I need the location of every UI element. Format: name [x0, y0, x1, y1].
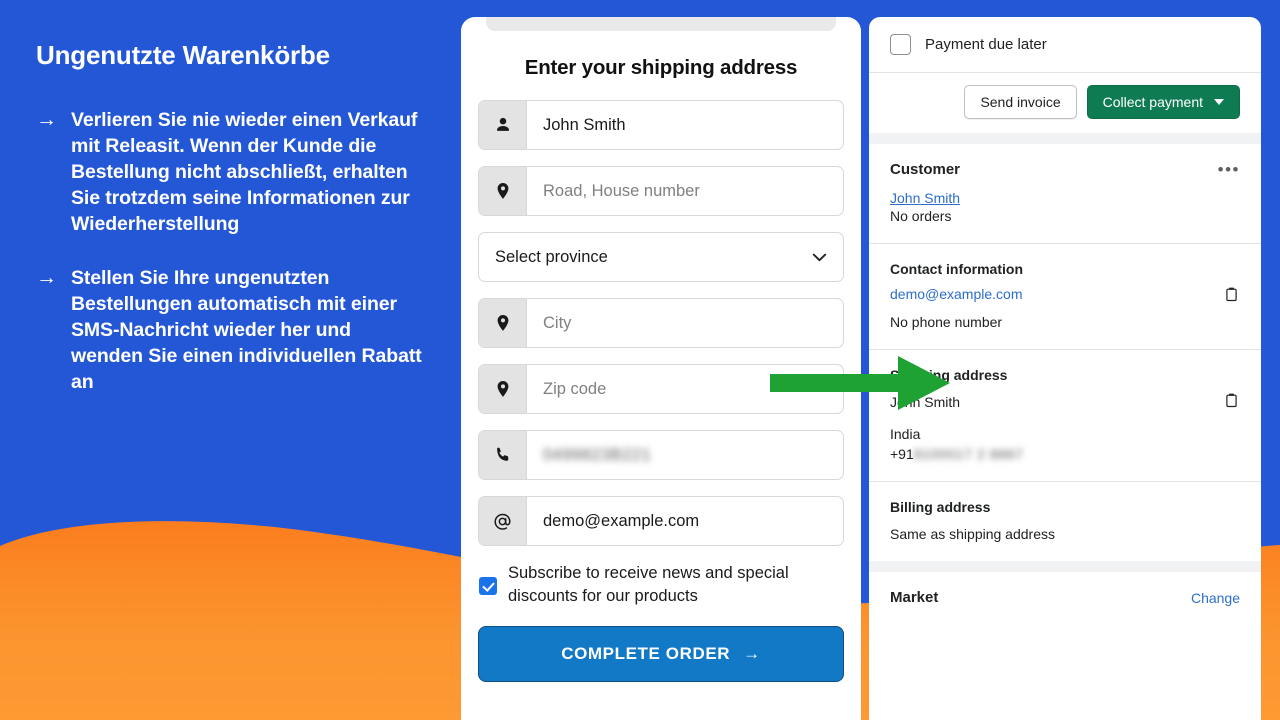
promo-bullet-1: → Verlieren Sie nie wieder einen Verkauf…: [36, 107, 426, 237]
complete-order-button[interactable]: COMPLETE ORDER →: [478, 626, 844, 682]
city-placeholder: City: [543, 313, 572, 332]
contact-email-row: demo@example.com: [890, 286, 1240, 306]
zip-code-field[interactable]: Zip code: [478, 364, 844, 414]
order-admin-panel: Payment due later Send invoice Collect p…: [869, 17, 1261, 720]
promo-copy-panel: Ungenutzte Warenkörbe → Verlieren Sie ni…: [0, 0, 460, 720]
shipping-name: John Smith: [890, 394, 961, 410]
province-select[interactable]: Select province: [478, 232, 844, 282]
customer-section: Customer ••• John Smith No orders: [869, 144, 1261, 243]
contact-email[interactable]: demo@example.com: [890, 286, 1023, 302]
subscribe-label: Subscribe to receive news and special di…: [508, 564, 789, 605]
caret-down-icon: [1214, 99, 1224, 105]
market-title: Market: [890, 589, 939, 606]
payment-due-later-checkbox[interactable]: [890, 34, 911, 55]
phone-field[interactable]: 0499823B221: [478, 430, 844, 480]
location-pin-icon: [479, 365, 527, 413]
billing-address-title: Billing address: [890, 499, 991, 515]
subscribe-checkbox-row[interactable]: Subscribe to receive news and special di…: [478, 562, 844, 608]
shipping-country: India: [890, 426, 921, 442]
email-field[interactable]: demo@example.com: [478, 496, 844, 546]
clipboard-icon[interactable]: [1223, 286, 1240, 306]
at-sign-icon: [479, 497, 527, 545]
checkout-form-card: Enter your shipping address John Smith R…: [461, 17, 861, 720]
section-gap: [869, 561, 1261, 572]
customer-title: Customer: [890, 161, 961, 178]
location-pin-icon: [479, 167, 527, 215]
promo-bullet-text: Verlieren Sie nie wieder einen Verkauf m…: [71, 109, 418, 236]
customer-name-link[interactable]: John Smith: [890, 190, 1240, 206]
city-field[interactable]: City: [478, 298, 844, 348]
complete-order-label: COMPLETE ORDER: [561, 644, 731, 663]
billing-address-section: Billing address Same as shipping address: [869, 482, 1261, 561]
phone-value: 0499823B221: [543, 445, 652, 464]
arrow-right-icon: →: [36, 108, 57, 132]
location-pin-icon: [479, 299, 527, 347]
shipping-phone-masked: 9100017 2 8867: [913, 446, 1024, 462]
card-drag-handle: [486, 17, 836, 31]
email-value: demo@example.com: [543, 511, 700, 530]
arrow-right-icon: →: [36, 266, 57, 290]
street-address-field[interactable]: Road, House number: [478, 166, 844, 216]
customer-header: Customer •••: [890, 161, 1240, 179]
full-name-value: John Smith: [543, 115, 626, 134]
payment-due-later-row[interactable]: Payment due later: [890, 34, 1240, 55]
shipping-address-title: Shipping address: [890, 367, 1008, 383]
send-invoice-button[interactable]: Send invoice: [964, 85, 1077, 119]
chevron-down-icon: [812, 251, 827, 264]
phone-icon: [479, 431, 527, 479]
province-select-value: Select province: [495, 247, 608, 266]
payment-due-later-label: Payment due later: [925, 36, 1047, 53]
arrow-right-icon: →: [743, 644, 761, 663]
collect-payment-button[interactable]: Collect payment: [1086, 85, 1240, 119]
market-change-link[interactable]: Change: [1191, 590, 1240, 606]
contact-information-title: Contact information: [890, 261, 1023, 277]
promo-slide: Ungenutzte Warenkörbe → Verlieren Sie ni…: [0, 0, 1280, 720]
zip-code-placeholder: Zip code: [543, 379, 607, 398]
promo-bullet-2: → Stellen Sie Ihre ungenutzten Bestellun…: [36, 265, 426, 395]
checkout-heading: Enter your shipping address: [524, 56, 798, 79]
page-title: Ungenutzte Warenkörbe: [36, 40, 330, 70]
market-row: Market Change: [890, 589, 1240, 606]
payment-actions-row: Send invoice Collect payment: [869, 73, 1261, 133]
section-gap: [869, 133, 1261, 144]
clipboard-icon[interactable]: [1223, 392, 1240, 412]
customer-order-count: No orders: [890, 208, 952, 224]
collect-payment-label: Collect payment: [1102, 94, 1203, 110]
person-icon: [479, 101, 527, 149]
shipping-phone-prefix: +91: [890, 446, 914, 462]
shipping-name-row: John Smith: [890, 392, 1240, 412]
street-address-placeholder: Road, House number: [543, 181, 700, 200]
market-section: Market Change: [869, 572, 1261, 623]
payment-due-later-section: Payment due later: [869, 17, 1261, 72]
shipping-address-section: Shipping address John Smith India +91910…: [869, 350, 1261, 481]
promo-bullet-text: Stellen Sie Ihre ungenutzten Bestellunge…: [71, 267, 422, 394]
contact-information-section: Contact information demo@example.com No …: [869, 244, 1261, 349]
more-options-icon[interactable]: •••: [1218, 161, 1240, 178]
contact-phone: No phone number: [890, 314, 1003, 330]
shipping-phone-row: +919100017 2 8867: [890, 444, 1240, 464]
billing-address-value: Same as shipping address: [890, 526, 1055, 542]
subscribe-checkbox[interactable]: [479, 577, 497, 595]
full-name-field[interactable]: John Smith: [478, 100, 844, 150]
